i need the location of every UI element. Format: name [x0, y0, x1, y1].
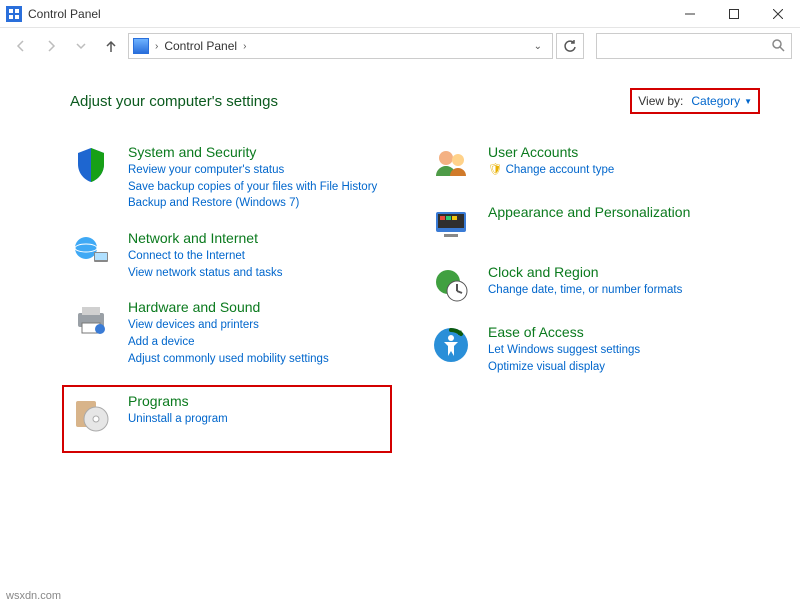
link-suggest-settings[interactable]: Let Windows suggest settings: [488, 342, 640, 359]
ease-of-access-icon: [430, 324, 472, 366]
link-backup-restore[interactable]: Backup and Restore (Windows 7): [128, 195, 377, 212]
category-user-accounts: User Accounts 🛡Change account type: [430, 144, 760, 186]
globe-network-icon: [70, 230, 112, 272]
link-connect-internet[interactable]: Connect to the Internet: [128, 248, 282, 265]
category-clock-region: Clock and Region Change date, time, or n…: [430, 264, 760, 306]
link-change-account-type[interactable]: 🛡Change account type: [488, 162, 614, 179]
breadcrumb-trailing-chevron[interactable]: ›: [243, 41, 246, 52]
category-programs: Programs Uninstall a program: [70, 393, 382, 435]
control-panel-icon: [6, 6, 22, 22]
printer-icon: [70, 299, 112, 341]
link-network-status[interactable]: View network status and tasks: [128, 265, 282, 282]
uac-shield-icon: 🛡: [488, 164, 503, 176]
recent-dropdown[interactable]: [68, 33, 94, 59]
disc-box-icon: [70, 393, 112, 435]
breadcrumb[interactable]: › Control Panel ›: [155, 39, 246, 53]
maximize-button[interactable]: [712, 0, 756, 28]
clock-globe-icon: [430, 264, 472, 306]
category-ease-of-access: Ease of Access Let Windows suggest setti…: [430, 324, 760, 375]
address-bar[interactable]: › Control Panel › ⌄: [128, 33, 553, 59]
category-title[interactable]: Hardware and Sound: [128, 299, 329, 315]
link-date-time-formats[interactable]: Change date, time, or number formats: [488, 282, 682, 299]
link-review-status[interactable]: Review your computer's status: [128, 162, 377, 179]
category-title[interactable]: Ease of Access: [488, 324, 640, 340]
category-title[interactable]: User Accounts: [488, 144, 614, 160]
address-dropdown-icon[interactable]: ⌄: [528, 41, 548, 52]
forward-button[interactable]: [38, 33, 64, 59]
category-programs-highlight: Programs Uninstall a program: [62, 385, 392, 453]
breadcrumb-item[interactable]: Control Panel: [164, 39, 237, 53]
category-title[interactable]: Programs: [128, 393, 228, 409]
category-network-internet: Network and Internet Connect to the Inte…: [70, 230, 400, 281]
view-by-label: View by:: [638, 94, 683, 108]
close-button[interactable]: [756, 0, 800, 28]
category-hardware-sound: Hardware and Sound View devices and prin…: [70, 299, 400, 367]
search-input[interactable]: [596, 33, 792, 59]
up-button[interactable]: [98, 33, 124, 59]
right-column: User Accounts 🛡Change account type Appea…: [430, 144, 760, 453]
chevron-down-icon: ▼: [744, 97, 752, 106]
category-appearance: Appearance and Personalization: [430, 204, 760, 246]
window-title: Control Panel: [28, 7, 668, 21]
minimize-button[interactable]: [668, 0, 712, 28]
link-add-device[interactable]: Add a device: [128, 334, 329, 351]
monitor-palette-icon: [430, 204, 472, 246]
watermark: wsxdn.com: [6, 590, 61, 602]
view-by-value[interactable]: Category ▼: [691, 94, 752, 108]
navbar: › Control Panel › ⌄: [0, 28, 800, 64]
back-button[interactable]: [8, 33, 34, 59]
page-title: Adjust your computer's settings: [70, 93, 278, 110]
control-panel-path-icon: [133, 38, 149, 54]
titlebar: Control Panel: [0, 0, 800, 28]
link-optimize-display[interactable]: Optimize visual display: [488, 359, 640, 376]
search-icon: [771, 38, 785, 55]
breadcrumb-root-chevron[interactable]: ›: [155, 41, 158, 52]
users-icon: [430, 144, 472, 186]
link-mobility[interactable]: Adjust commonly used mobility settings: [128, 351, 329, 368]
view-by-control[interactable]: View by: Category ▼: [630, 88, 760, 114]
refresh-button[interactable]: [556, 33, 584, 59]
category-title[interactable]: Clock and Region: [488, 264, 682, 280]
link-file-history[interactable]: Save backup copies of your files with Fi…: [128, 179, 377, 196]
link-uninstall-program[interactable]: Uninstall a program: [128, 411, 228, 428]
shield-icon: [70, 144, 112, 186]
category-title[interactable]: Network and Internet: [128, 230, 282, 246]
category-title[interactable]: System and Security: [128, 144, 377, 160]
link-view-devices[interactable]: View devices and printers: [128, 317, 329, 334]
content-area: Adjust your computer's settings View by:…: [0, 64, 800, 463]
category-system-security: System and Security Review your computer…: [70, 144, 400, 212]
left-column: System and Security Review your computer…: [70, 144, 400, 453]
category-title[interactable]: Appearance and Personalization: [488, 204, 690, 220]
